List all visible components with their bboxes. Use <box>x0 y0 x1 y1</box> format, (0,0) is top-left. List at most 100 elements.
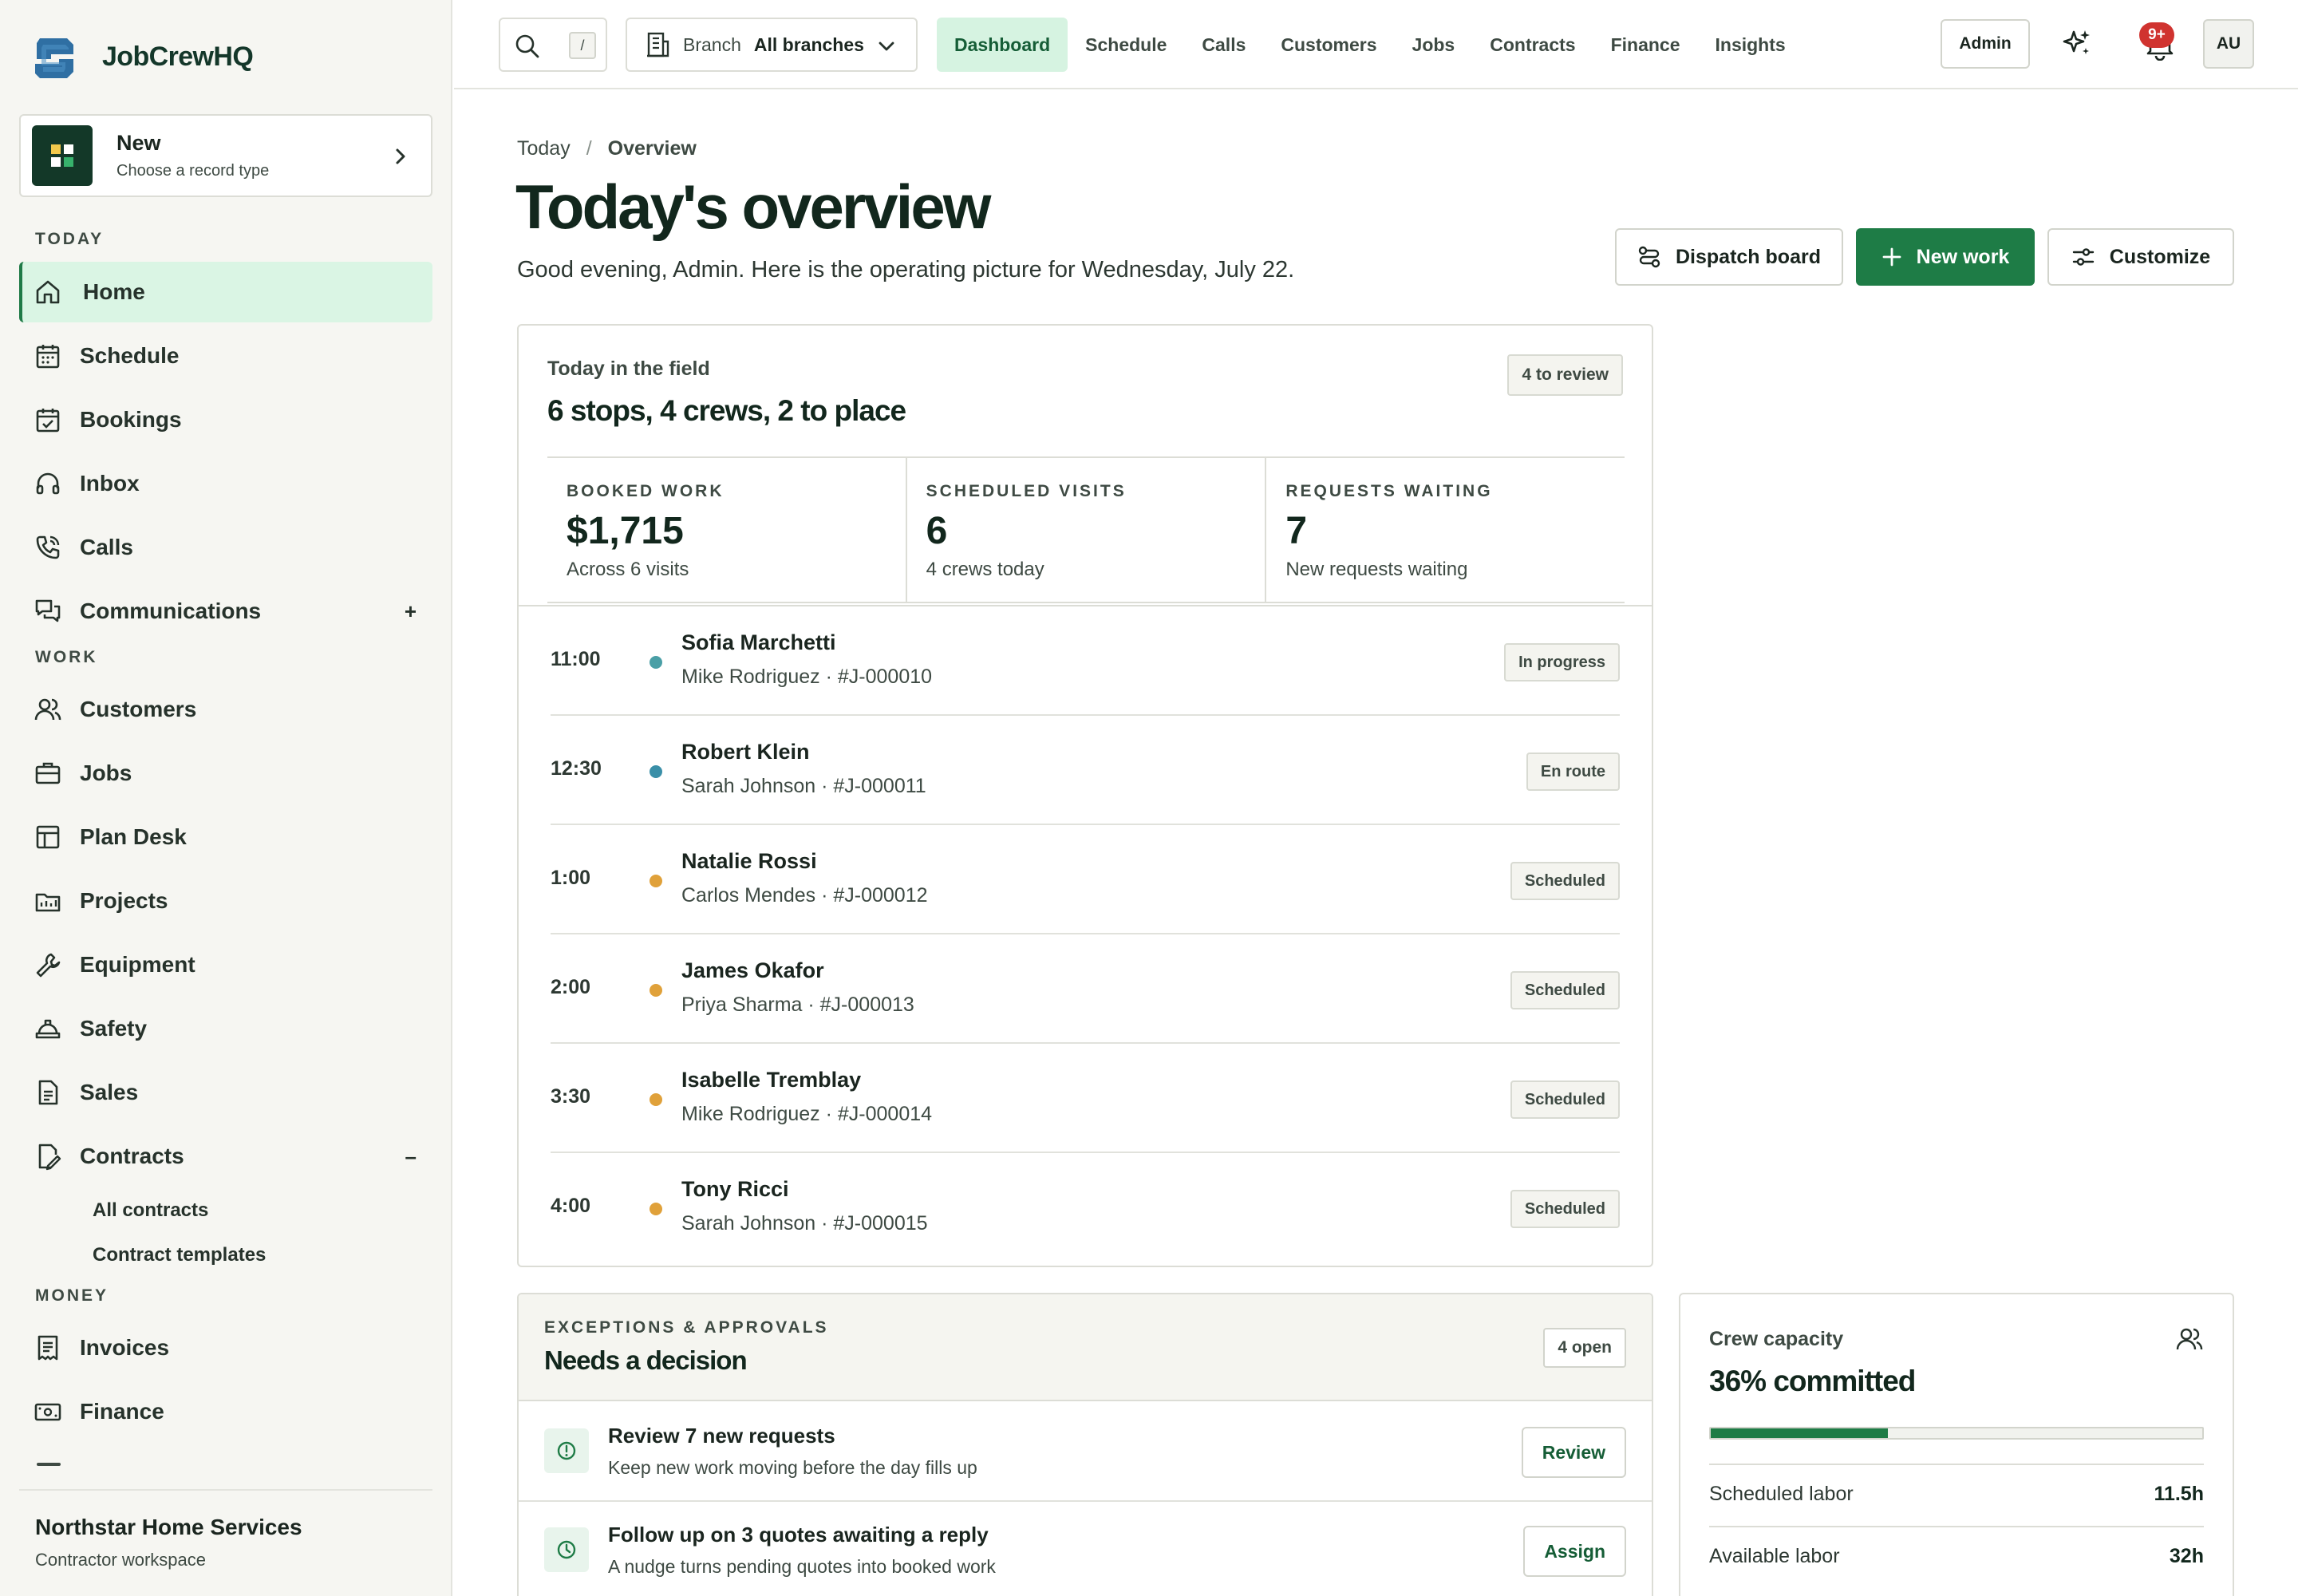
topnav-contracts[interactable]: Contracts <box>1472 18 1593 72</box>
user-avatar[interactable]: AU <box>2203 19 2254 69</box>
exceptions-card: EXCEPTIONS & APPROVALS Needs a decision … <box>517 1293 1653 1596</box>
status-badge: Scheduled <box>1510 862 1620 900</box>
field-card-title: 6 stops, 4 crews, 2 to place <box>547 394 906 427</box>
stat-value: 7 <box>1285 510 1308 552</box>
assign-button[interactable]: Assign <box>1523 1526 1626 1577</box>
sidebar-item-equipment[interactable]: Equipment <box>19 934 432 995</box>
sidebar-item-jobs[interactable]: Jobs <box>19 743 432 804</box>
dispatch-board-button[interactable]: Dispatch board <box>1615 228 1843 286</box>
branch-select[interactable]: Branch All branches <box>626 18 918 72</box>
sidebar-item-plan-desk[interactable]: Plan Desk <box>19 807 432 867</box>
sidebar-item-safety[interactable]: Safety <box>19 998 432 1059</box>
visit-customer: Robert Klein <box>681 740 810 764</box>
visit-row[interactable]: 2:00 James Okafor Priya Sharma · #J-0000… <box>551 934 1620 1044</box>
status-badge: Scheduled <box>1510 1190 1620 1228</box>
new-work-button[interactable]: New work <box>1856 228 2035 286</box>
visit-detail: Carlos Mendes · #J-000012 <box>681 884 928 907</box>
topnav-finance[interactable]: Finance <box>1593 18 1698 72</box>
capacity-row-label: Scheduled labor <box>1709 1483 1854 1505</box>
sidebar-item-label: Home <box>83 279 145 304</box>
topnav-customers[interactable]: Customers <box>1263 18 1394 72</box>
sidebar-item-label: Equipment <box>80 952 195 977</box>
sidebar-subitem-all-contracts[interactable]: All contracts <box>93 1199 208 1222</box>
visit-time: 11:00 <box>551 648 601 670</box>
sparkle-icon[interactable] <box>2061 27 2093 59</box>
stat-booked-work: BOOKED WORK $1,715 Across 6 visits <box>547 458 906 602</box>
stats-row: BOOKED WORK $1,715 Across 6 visits SCHED… <box>547 456 1625 603</box>
visit-row[interactable]: 3:30 Isabelle Tremblay Mike Rodriguez · … <box>551 1044 1620 1153</box>
dispatch-board-label: Dispatch board <box>1676 245 1821 268</box>
exception-title: Follow up on 3 quotes awaiting a reply <box>608 1523 989 1547</box>
stat-label: SCHEDULED VISITS <box>926 482 1127 500</box>
topnav-insights[interactable]: Insights <box>1698 18 1803 72</box>
sidebar-subitem-contract-templates[interactable]: Contract templates <box>93 1244 266 1266</box>
logo-mark-icon <box>35 38 73 78</box>
status-badge: Scheduled <box>1510 1080 1620 1119</box>
topnav-jobs[interactable]: Jobs <box>1395 18 1473 72</box>
sidebar-item-label: Contracts <box>80 1144 184 1168</box>
capacity-row-label: Available labor <box>1709 1545 1840 1567</box>
topnav-schedule[interactable]: Schedule <box>1068 18 1184 72</box>
sidebar-item-label: Jobs <box>80 760 132 785</box>
visit-list: 11:00 Sofia Marchetti Mike Rodriguez · #… <box>519 605 1652 1262</box>
topnav-dashboard[interactable]: Dashboard <box>937 18 1068 72</box>
breadcrumb-today[interactable]: Today <box>517 137 571 160</box>
status-badge: Scheduled <box>1510 971 1620 1009</box>
expand-plus-icon[interactable]: + <box>405 599 417 624</box>
visit-row[interactable]: 1:00 Natalie Rossi Carlos Mendes · #J-00… <box>551 825 1620 934</box>
contract-icon <box>38 1144 61 1171</box>
breadcrumb: Today / Overview <box>517 137 697 160</box>
sidebar-item-home[interactable]: Home <box>19 262 432 322</box>
customize-button[interactable]: Customize <box>2047 228 2234 286</box>
sidebar-item-contracts[interactable]: Contracts – <box>19 1126 432 1187</box>
sidebar-item-finance[interactable]: Finance <box>19 1381 432 1442</box>
capacity-row-value: 32h <box>2169 1545 2204 1567</box>
section-label-money: MONEY <box>35 1286 109 1305</box>
visit-row[interactable]: 11:00 Sofia Marchetti Mike Rodriguez · #… <box>551 606 1620 716</box>
visit-time: 1:00 <box>551 867 591 889</box>
visit-time: 3:30 <box>551 1085 591 1108</box>
sidebar-item-label: Communications <box>80 598 262 623</box>
search-button[interactable]: / <box>499 18 607 72</box>
breadcrumb-overview: Overview <box>607 137 697 160</box>
topnav-calls[interactable]: Calls <box>1184 18 1263 72</box>
exception-title: Review 7 new requests <box>608 1424 835 1448</box>
review-badge[interactable]: 4 to review <box>1507 354 1623 396</box>
sidebar-item-customers[interactable]: Customers <box>19 679 432 740</box>
capacity-title: 36% committed <box>1709 1365 1916 1397</box>
sidebar-item-label: Sales <box>80 1080 139 1104</box>
status-dot <box>650 984 662 997</box>
calendar-check-icon <box>36 409 60 433</box>
exception-item: Follow up on 3 quotes awaiting a reply A… <box>519 1502 1652 1596</box>
sidebar-item-sales[interactable]: Sales <box>19 1062 432 1123</box>
stat-note: Across 6 visits <box>567 559 689 580</box>
review-button[interactable]: Review <box>1521 1427 1626 1478</box>
page-title: Today's overview <box>515 172 991 242</box>
new-record-button[interactable]: New Choose a record type <box>19 114 432 197</box>
new-work-label: New work <box>1916 245 2010 268</box>
capacity-row-scheduled: Scheduled labor 11.5h <box>1709 1464 2204 1526</box>
org-switcher[interactable]: Northstar Home Services Contractor works… <box>19 1489 432 1596</box>
visit-customer: Isabelle Tremblay <box>681 1068 862 1092</box>
search-icon <box>515 34 539 58</box>
grid-icon <box>32 125 93 186</box>
collapse-minus-icon[interactable]: – <box>405 1144 417 1169</box>
sidebar-item-bookings[interactable]: Bookings <box>19 389 432 450</box>
brand-logo[interactable]: JobCrewHQ <box>32 34 254 80</box>
users-icon <box>34 698 61 721</box>
chat-icon <box>35 599 61 622</box>
sidebar-item-schedule[interactable]: Schedule <box>19 326 432 386</box>
sidebar-item-projects[interactable]: Projects <box>19 871 432 931</box>
sidebar-item-invoices[interactable]: Invoices <box>19 1317 432 1378</box>
calendar-icon <box>36 345 60 369</box>
sidebar-item-communications[interactable]: Communications + <box>19 581 432 642</box>
new-record-title: New <box>116 131 161 155</box>
sidebar-item-calls[interactable]: Calls <box>19 517 432 578</box>
admin-button[interactable]: Admin <box>1941 19 2030 69</box>
sidebar-item-label: Finance <box>80 1399 164 1424</box>
sidebar-item-inbox[interactable]: Inbox <box>19 453 432 514</box>
visit-row[interactable]: 4:00 Tony Ricci Sarah Johnson · #J-00001… <box>551 1153 1620 1262</box>
visit-detail: Priya Sharma · #J-000013 <box>681 994 914 1016</box>
org-subtitle: Contractor workspace <box>35 1550 206 1570</box>
visit-row[interactable]: 12:30 Robert Klein Sarah Johnson · #J-00… <box>551 716 1620 825</box>
